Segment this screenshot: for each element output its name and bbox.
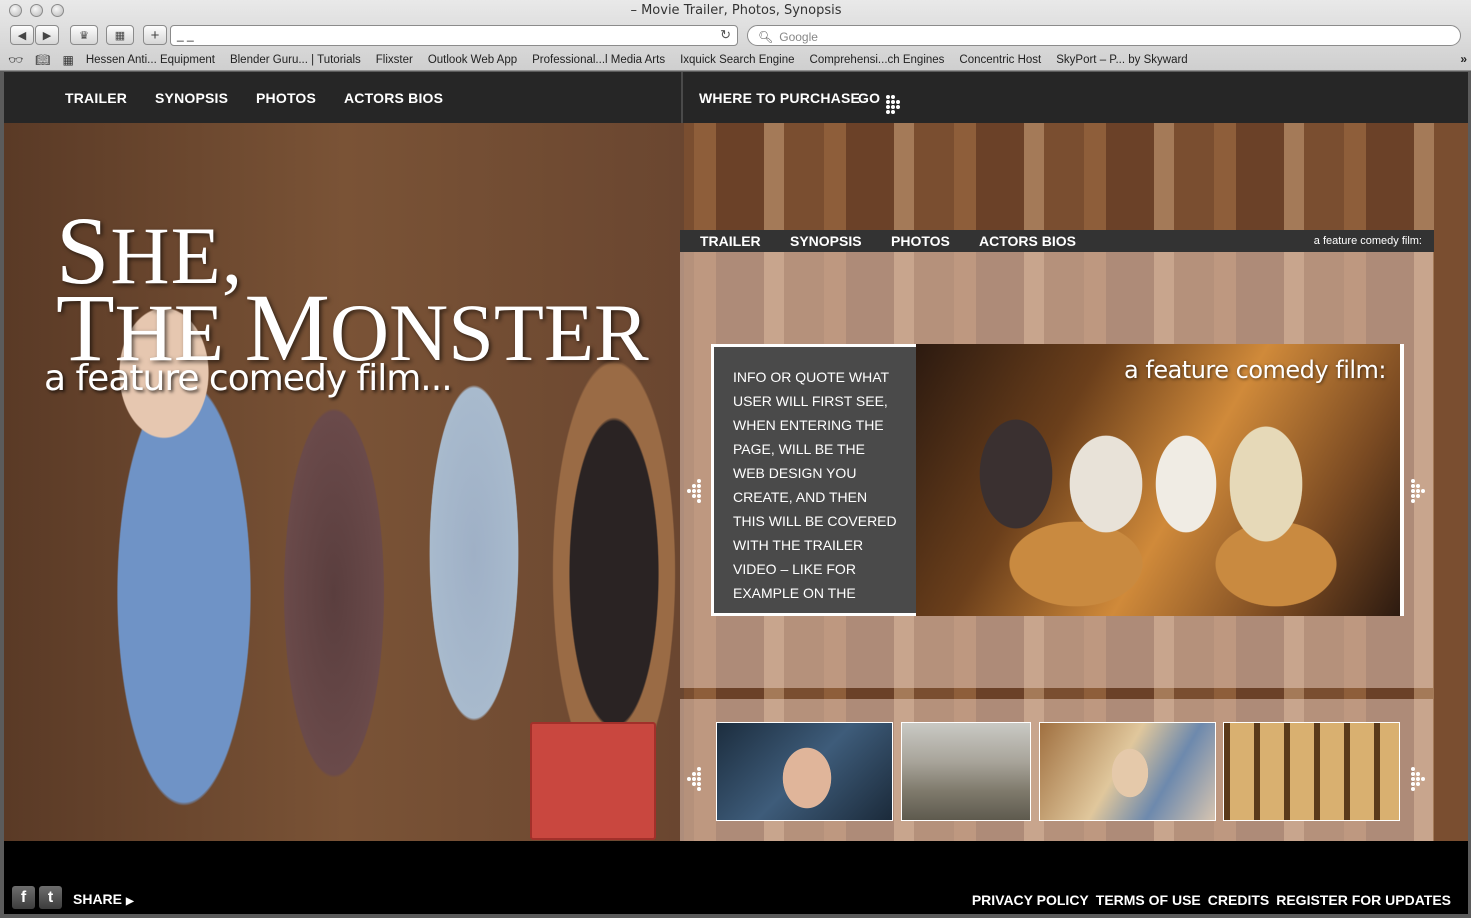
back-button[interactable]: ◀ xyxy=(10,25,34,45)
feature-trailer-box[interactable]: INFO OR QUOTE WHAT USER WILL FIRST SEE, … xyxy=(711,344,1404,616)
bookmark-item[interactable]: Blender Guru... | Tutorials xyxy=(230,54,361,66)
movie-tagline: a feature comedy film... xyxy=(44,358,453,399)
bookmark-item[interactable]: Concentric Host xyxy=(959,54,1041,66)
bookmarks-button[interactable]: ♛ xyxy=(70,25,98,45)
photo-thumbnail[interactable] xyxy=(716,722,893,821)
feature-cast-photo[interactable]: a feature comedy film: xyxy=(916,344,1400,616)
feature-prev-arrow-icon[interactable] xyxy=(687,470,701,503)
go-link[interactable]: GO xyxy=(858,90,880,106)
thumbnails-next-arrow-icon[interactable] xyxy=(1411,758,1425,791)
top-sites-button[interactable]: ▦ xyxy=(106,25,134,45)
plus-icon: + xyxy=(150,26,160,44)
go-arrow-icon[interactable] xyxy=(886,86,900,114)
privacy-policy-link[interactable]: PRIVACY POLICY xyxy=(972,892,1089,908)
play-arrow-icon: ▶ xyxy=(126,896,134,907)
web-page: TRAILER SYNOPSIS PHOTOS ACTORS BIOS WHER… xyxy=(4,72,1468,914)
search-placeholder: Google xyxy=(779,30,818,44)
bookmark-item[interactable]: Professional...l Media Arts xyxy=(532,54,665,66)
bookmark-item[interactable]: Comprehensi...ch Engines xyxy=(810,54,945,66)
subnav-synopsis[interactable]: SYNOPSIS xyxy=(790,233,862,249)
nav-trailer[interactable]: TRAILER xyxy=(65,90,127,106)
bookmark-item[interactable]: Hessen Anti... Equipment xyxy=(86,54,215,66)
register-for-updates-link[interactable]: REGISTER FOR UPDATES xyxy=(1276,892,1451,908)
bookmark-item[interactable]: Ixquick Search Engine xyxy=(680,54,794,66)
twitter-icon[interactable]: t xyxy=(39,886,62,909)
feature-intro-text: INFO OR QUOTE WHAT USER WILL FIRST SEE, … xyxy=(714,347,916,613)
photo-thumbnail[interactable] xyxy=(1039,722,1216,821)
photo-thumbnail[interactable] xyxy=(1223,722,1400,821)
terms-of-use-link[interactable]: TERMS OF USE xyxy=(1096,892,1201,908)
bookmark-item[interactable]: Flixster xyxy=(376,54,413,66)
nav-actors-bios[interactable]: ACTORS BIOS xyxy=(344,90,443,106)
subnav-tagline: a feature comedy film: xyxy=(1313,235,1422,247)
thumbnails-prev-arrow-icon[interactable] xyxy=(687,758,701,791)
sub-navigation: TRAILER SYNOPSIS PHOTOS ACTORS BIOS a fe… xyxy=(680,230,1434,252)
subnav-actors-bios[interactable]: ACTORS BIOS xyxy=(979,233,1076,249)
bookmark-item[interactable]: Outlook Web App xyxy=(428,54,517,66)
reading-list-icon[interactable]: 👓︎ xyxy=(8,53,23,67)
crown-icon: ♛ xyxy=(79,29,89,42)
social-icons: f t xyxy=(12,886,62,909)
address-bar[interactable]: _ _ ↻ xyxy=(170,25,738,46)
grid-icon: ▦ xyxy=(114,29,126,42)
new-tab-button[interactable]: + xyxy=(143,25,167,45)
reload-icon[interactable]: ↻ xyxy=(720,27,731,43)
book-icon[interactable]: 📖︎ xyxy=(35,53,50,67)
top-navigation: TRAILER SYNOPSIS PHOTOS ACTORS BIOS WHER… xyxy=(4,72,1468,123)
grid-icon[interactable]: ▦ xyxy=(62,53,73,67)
forward-arrow-icon: ▶ xyxy=(42,29,52,42)
feature-caption: a feature comedy film: xyxy=(1124,356,1386,384)
nav-divider xyxy=(681,72,683,123)
where-to-purchase-label: WHERE TO PURCHASE xyxy=(699,90,861,106)
photo-thumbnail[interactable] xyxy=(901,722,1031,821)
bookmarks-bar: 👓︎ 📖︎ ▦ Hessen Anti... Equipment Blender… xyxy=(8,52,1471,68)
red-book-prop xyxy=(530,722,656,840)
search-field[interactable]: 🔍︎ Google xyxy=(747,25,1461,46)
more-bookmarks-icon[interactable]: » xyxy=(1460,52,1467,66)
window-title: – Movie Trailer, Photos, Synopsis xyxy=(630,3,842,18)
share-button[interactable]: SHARE ▶ xyxy=(73,891,134,907)
footer-links: PRIVACY POLICY TERMS OF USE CREDITS REGI… xyxy=(972,892,1451,908)
credits-link[interactable]: CREDITS xyxy=(1208,892,1269,908)
back-arrow-icon: ◀ xyxy=(17,29,27,42)
facebook-icon[interactable]: f xyxy=(12,886,35,909)
bookmark-item[interactable]: SkyPort – P... by Skyward xyxy=(1056,54,1187,66)
page-footer: f t SHARE ▶ PRIVACY POLICY TERMS OF USE C… xyxy=(4,841,1468,914)
nav-synopsis[interactable]: SYNOPSIS xyxy=(155,90,228,106)
subnav-photos[interactable]: PHOTOS xyxy=(891,233,950,249)
nav-photos[interactable]: PHOTOS xyxy=(256,90,316,106)
feature-next-arrow-icon[interactable] xyxy=(1411,470,1425,503)
movie-title: SHE, THE MONSTER xyxy=(56,197,649,381)
subnav-trailer[interactable]: TRAILER xyxy=(700,233,761,249)
address-value: _ _ xyxy=(177,28,194,42)
forward-button[interactable]: ▶ xyxy=(35,25,59,45)
search-icon: 🔍︎ xyxy=(758,30,774,44)
browser-chrome: – Movie Trailer, Photos, Synopsis ◀ ▶ ♛ … xyxy=(0,0,1471,71)
